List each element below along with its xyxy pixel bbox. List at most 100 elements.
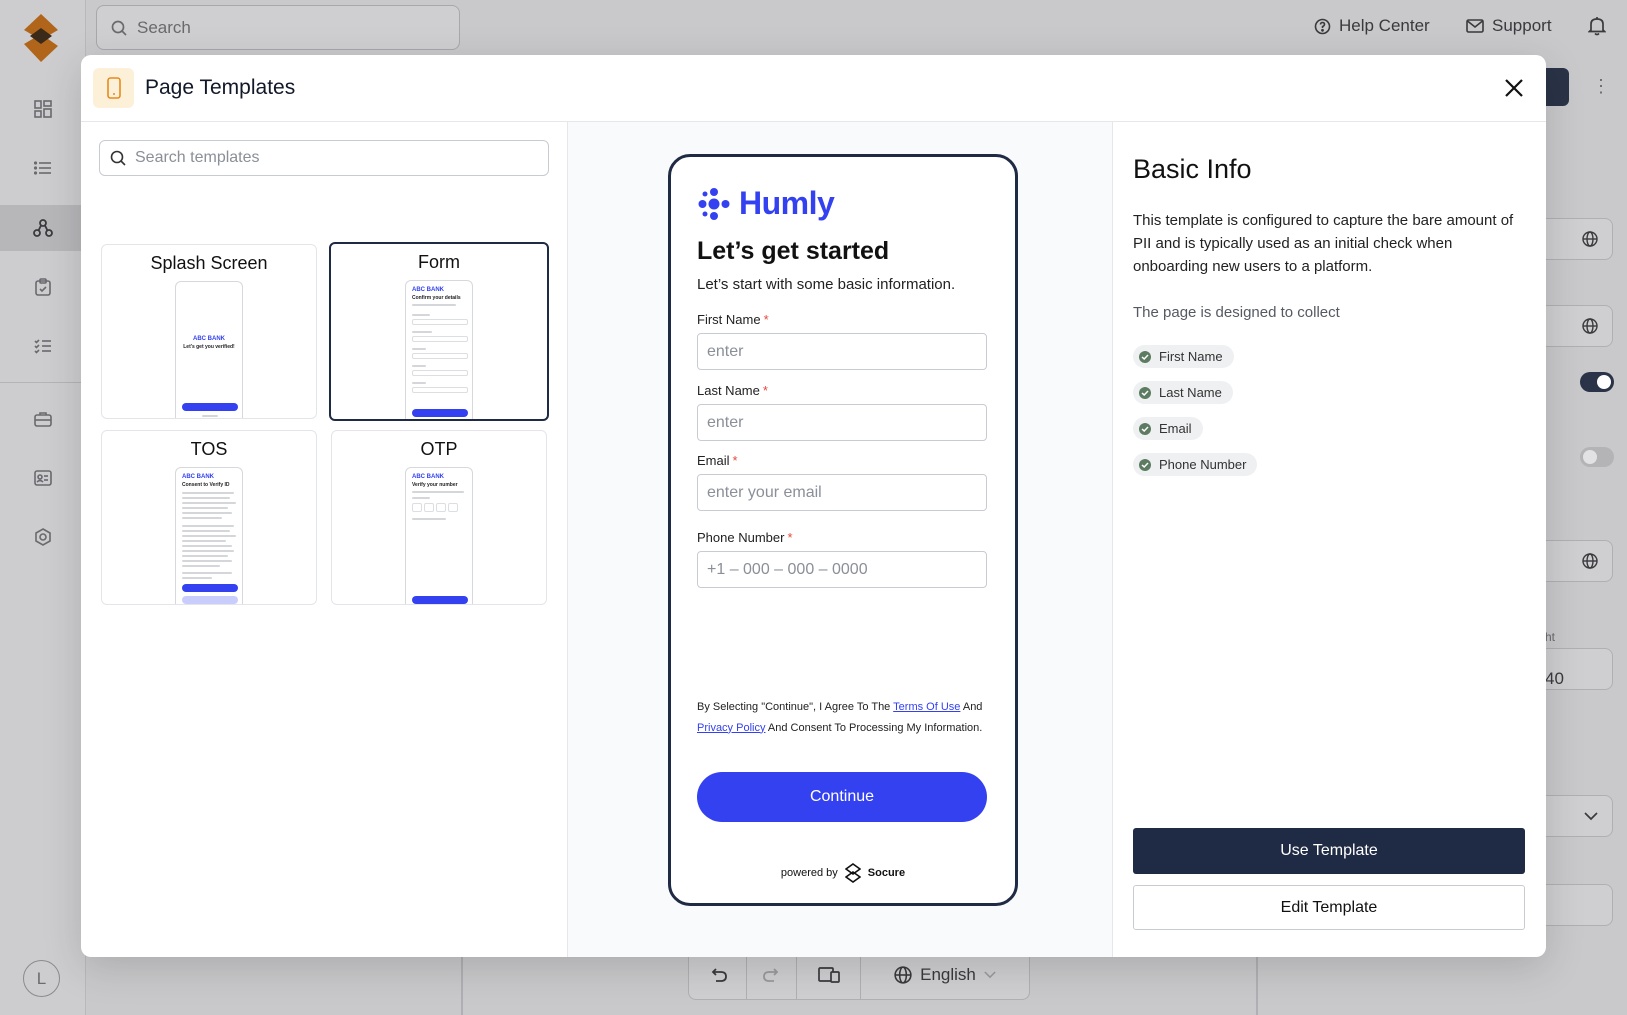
thumbnail-line [182,507,228,509]
template-card-form[interactable]: Form ABC BANK Confirm your details [329,242,549,421]
global-search-input[interactable]: Search [96,5,460,50]
thumbnail-brand: ABC BANK [182,474,214,480]
thumbnail-line [412,518,446,520]
thumbnail-line [412,348,426,350]
background-toggle-on[interactable] [1580,372,1614,392]
background-field-globe-2[interactable] [1545,305,1613,347]
thumbnail-line [182,550,234,552]
background-panel-divider-left [461,950,463,1015]
thumbnail-otp-box [448,503,458,512]
thumbnail-otp-box [436,503,446,512]
collected-field-chip: First Name [1133,345,1234,368]
thumbnail-line [182,502,236,504]
language-selector[interactable]: English [861,950,1029,999]
info-description: This template is configured to capture t… [1133,212,1514,275]
thumbnail-title: Confirm your details [412,295,461,301]
close-modal-button[interactable] [1500,74,1528,102]
device-toggle-icon[interactable] [797,950,861,999]
list-icon[interactable] [31,156,55,180]
thumbnail-line [412,304,456,306]
thumbnail-field [412,387,468,393]
notification-bell-icon[interactable] [1587,16,1607,41]
briefcase-icon[interactable] [31,407,55,431]
thumbnail-line [412,497,430,499]
chevron-down-icon [984,970,996,978]
mail-icon [1466,19,1484,33]
phone-number-label: Phone Number * [697,530,793,545]
terms-of-use-link[interactable]: Terms Of Use [893,701,960,713]
thumbnail-field [412,370,468,376]
brand-name: Humly [739,185,835,221]
thumbnail-line [182,565,220,567]
mobile-phone-icon [93,68,134,108]
continue-button[interactable]: Continue [697,772,987,822]
page-templates-modal: Page Templates Splash Screen ABC BANK Le… [81,55,1546,957]
first-name-label: First Name * [697,312,769,327]
edit-template-button[interactable]: Edit Template [1133,885,1525,930]
template-search[interactable] [99,140,549,176]
thumbnail-line [182,535,236,537]
id-card-icon[interactable] [31,466,55,490]
help-center-link[interactable]: Help Center [1314,16,1430,36]
background-field-globe-3[interactable] [1545,540,1613,582]
flow-icon[interactable] [31,216,55,240]
background-height-value: 40 [1545,669,1564,688]
app-logo-icon[interactable] [24,14,58,62]
redo-icon[interactable] [747,950,797,999]
undo-icon[interactable] [689,950,747,999]
settings-hex-icon[interactable] [31,525,55,549]
thumbnail-otp-box [424,503,434,512]
email-field[interactable] [697,474,987,511]
template-gallery: Splash Screen ABC BANK Let's get you ver… [81,122,568,957]
humly-logo-icon [698,187,730,220]
thumbnail-link [202,415,218,417]
clipboard-icon[interactable] [31,275,55,299]
background-text-field[interactable] [1545,884,1613,926]
check-circle-icon [1139,458,1151,471]
thumbnail-line [182,540,226,542]
thumbnail-secondary-button [182,596,238,604]
collected-field-chip: Phone Number [1133,453,1258,476]
checklist-icon[interactable] [31,334,55,358]
template-card-otp[interactable]: OTP ABC BANK Verify your number [331,430,547,605]
socure-brand: Socure [867,867,906,879]
background-field-globe-1[interactable] [1545,218,1613,260]
thumbnail-otp-box [412,503,422,512]
template-search-input[interactable] [135,149,535,167]
powered-by-footer: powered by Socure [671,863,1015,883]
first-name-field[interactable] [697,333,987,370]
thumbnail-button [412,409,468,417]
phone-number-field[interactable] [697,551,987,588]
support-link[interactable]: Support [1466,16,1552,36]
check-circle-icon [1139,386,1151,399]
last-name-label: Last Name * [697,383,768,398]
use-template-button[interactable]: Use Template [1133,828,1525,874]
modal-title: Page Templates [145,76,296,99]
template-card-title: Splash Screen [150,253,268,273]
last-name-field[interactable] [697,404,987,441]
thumbnail-line [182,555,228,557]
thumbnail-title: Consent to Verify ID [182,482,230,488]
thumbnail-line [182,517,222,519]
dashboard-icon[interactable] [31,97,55,121]
phone-preview: Humly Let’s get started Let’s start with… [668,154,1018,906]
more-options-icon[interactable]: ⋮ [1592,76,1610,97]
powered-by-label: powered by [780,867,838,879]
template-card-splash-screen[interactable]: Splash Screen ABC BANK Let's get you ver… [101,244,317,419]
global-search-placeholder: Search [137,17,191,37]
background-select-field[interactable] [1545,795,1613,837]
globe-icon [1582,553,1598,569]
template-thumbnail: ABC BANK Let's get you verified! [175,281,243,418]
template-card-tos[interactable]: TOS ABC BANK Consent to Verify ID [101,430,317,605]
check-circle-icon [1139,350,1151,363]
thumbnail-field [412,319,468,325]
globe-icon [1582,318,1598,334]
privacy-policy-link[interactable]: Privacy Policy [697,722,765,734]
thumbnail-brand: ABC BANK [193,336,225,342]
search-icon [111,20,127,36]
language-label: English [920,964,976,984]
background-toggle-off[interactable] [1580,447,1614,467]
legal-consent-text: By Selecting "Continue", I Agree To The … [697,701,983,734]
user-avatar[interactable]: L [23,960,60,997]
thumbnail-field [412,336,468,342]
